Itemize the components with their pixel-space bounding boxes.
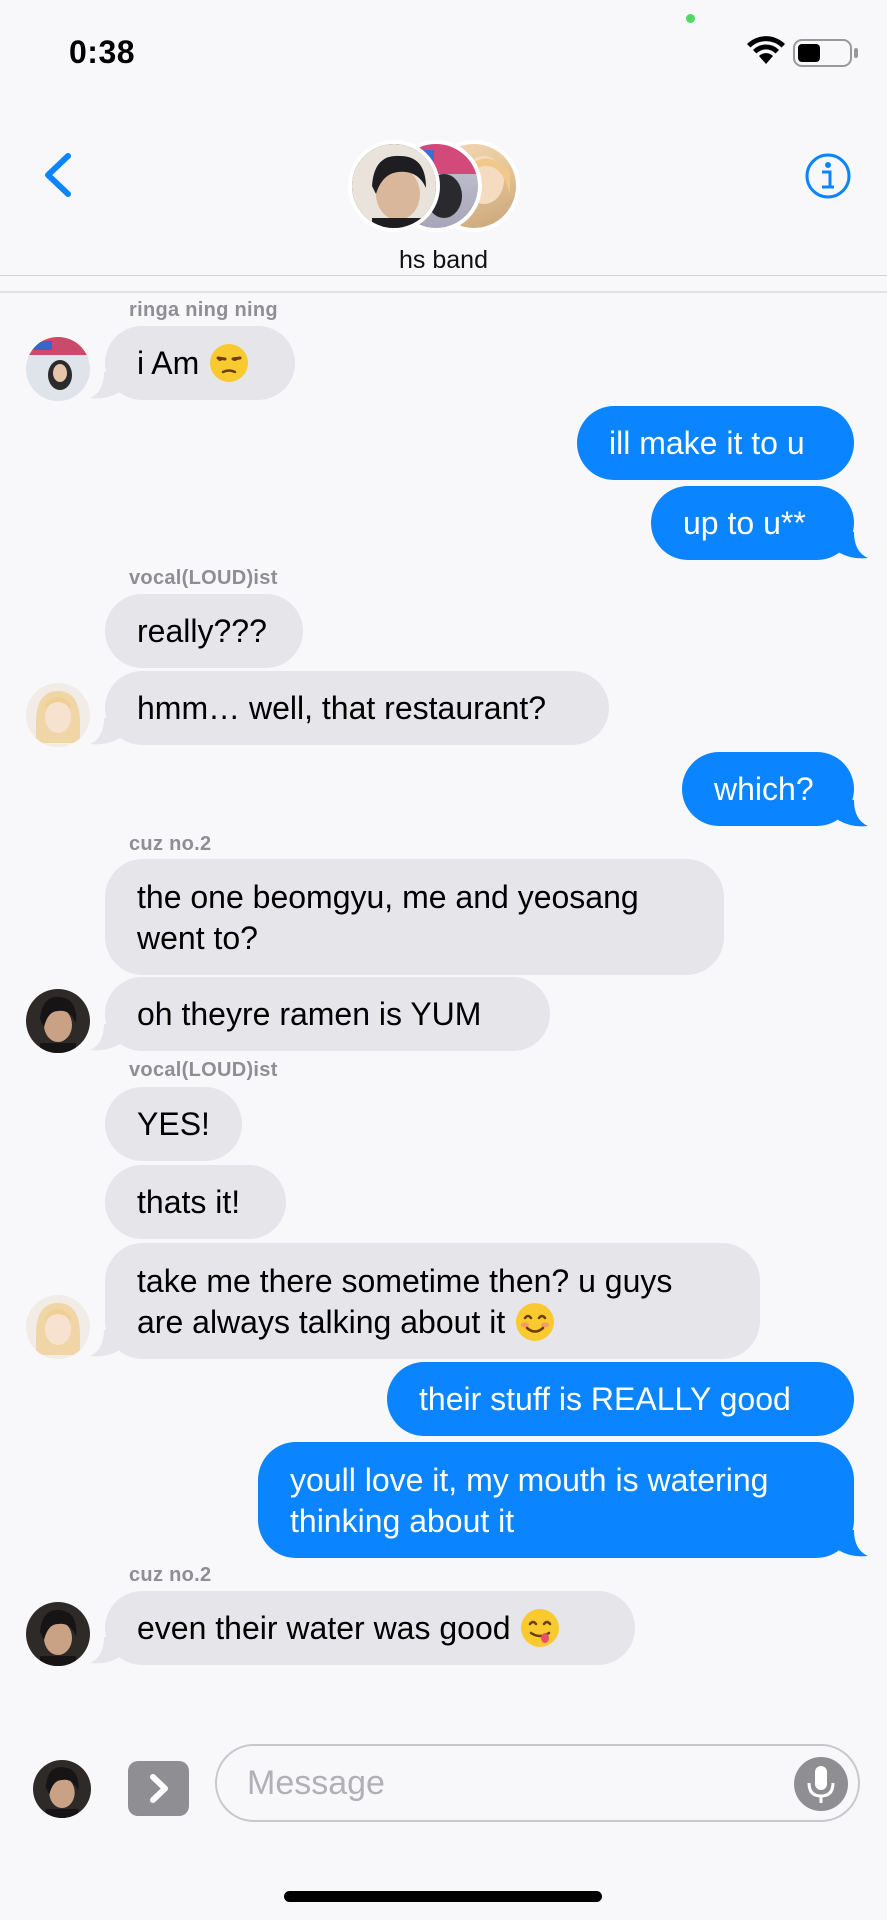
message-bubble[interactable]: youll love it, my mouth is watering thin… bbox=[258, 1442, 854, 1558]
sender-name: ringa ning ning bbox=[129, 299, 278, 321]
message-text: up to u** bbox=[683, 505, 806, 541]
message-text-line: are always talking about it bbox=[137, 1304, 506, 1340]
message-bubble[interactable]: YES! bbox=[105, 1087, 242, 1161]
message-text: oh theyre ramen is YUM bbox=[137, 996, 482, 1032]
back-chevron-icon[interactable] bbox=[38, 150, 78, 200]
group-member-avatar bbox=[348, 140, 440, 232]
message-bubble[interactable]: even their water was good bbox=[105, 1591, 635, 1665]
sender-name: vocal(LOUD)ist bbox=[129, 1059, 278, 1081]
camera-indicator-icon bbox=[686, 14, 695, 23]
message-text: their stuff is REALLY good bbox=[419, 1381, 791, 1417]
group-avatar-stack[interactable] bbox=[348, 140, 528, 232]
message-text-line: went to? bbox=[137, 920, 258, 956]
message-text-line: youll love it, my mouth is watering bbox=[290, 1462, 769, 1498]
message-text: which? bbox=[714, 771, 814, 807]
message-bubble[interactable]: thats it! bbox=[105, 1165, 286, 1239]
sender-avatar[interactable] bbox=[26, 1602, 90, 1666]
chevron-right-icon bbox=[150, 1774, 168, 1803]
status-time: 0:38 bbox=[69, 34, 136, 70]
dictation-button[interactable] bbox=[794, 1757, 848, 1811]
message-bubble[interactable]: ill make it to u bbox=[577, 406, 854, 480]
message-bubble[interactable]: up to u** bbox=[651, 486, 854, 560]
microphone-icon bbox=[807, 1766, 835, 1803]
apps-expand-button[interactable] bbox=[128, 1761, 189, 1816]
message-text: even their water was good bbox=[137, 1610, 511, 1646]
message-bubble[interactable]: hmm… well, that restaurant? bbox=[105, 671, 609, 745]
message-text-line-wrap: are always talking about it bbox=[137, 1302, 728, 1343]
message-text-line: the one beomgyu, me and yeosang bbox=[137, 879, 639, 915]
savoring-food-face-icon bbox=[521, 1608, 560, 1647]
message-bubble[interactable]: their stuff is REALLY good bbox=[387, 1362, 854, 1436]
own-avatar[interactable] bbox=[33, 1760, 91, 1818]
message-text-line: thinking about it bbox=[290, 1503, 515, 1539]
message-bubble[interactable]: really??? bbox=[105, 594, 303, 668]
sender-name: vocal(LOUD)ist bbox=[129, 567, 278, 589]
conversation-header: hs band bbox=[0, 100, 887, 276]
message-bubble[interactable]: the one beomgyu, me and yeosang went to? bbox=[105, 859, 724, 975]
wifi-icon bbox=[747, 36, 785, 64]
message-bubble[interactable]: i Am bbox=[105, 326, 295, 400]
message-text: YES! bbox=[137, 1106, 210, 1142]
message-bubble[interactable]: oh theyre ramen is YUM bbox=[105, 977, 550, 1051]
message-input[interactable] bbox=[215, 1744, 860, 1822]
smiling-face-icon bbox=[516, 1302, 555, 1341]
sender-avatar[interactable] bbox=[26, 1295, 90, 1359]
sender-avatar[interactable] bbox=[26, 989, 90, 1053]
home-indicator[interactable] bbox=[284, 1891, 602, 1902]
header-divider bbox=[0, 291, 887, 293]
message-text: thats it! bbox=[137, 1184, 241, 1220]
message-text: i Am bbox=[137, 345, 200, 381]
message-text-line: take me there sometime then? u guys bbox=[137, 1263, 673, 1299]
battery-icon bbox=[793, 39, 858, 67]
sender-name: cuz no.2 bbox=[129, 1564, 212, 1586]
sender-avatar[interactable] bbox=[26, 337, 90, 401]
message-bubble[interactable]: take me there sometime then? u guys are … bbox=[105, 1243, 760, 1359]
sender-avatar[interactable] bbox=[26, 683, 90, 747]
sender-name: cuz no.2 bbox=[129, 833, 212, 855]
messages-screen: 0:38 hs band ringa ning ning i Am ill ma… bbox=[0, 0, 887, 1920]
message-text: ill make it to u bbox=[609, 425, 805, 461]
message-text: hmm… well, that restaurant? bbox=[137, 690, 547, 726]
unamused-face-icon bbox=[210, 343, 249, 382]
message-bubble[interactable]: which? bbox=[682, 752, 854, 826]
group-name[interactable]: hs band bbox=[0, 246, 887, 275]
message-text: really??? bbox=[137, 613, 267, 649]
info-icon[interactable] bbox=[804, 152, 852, 200]
